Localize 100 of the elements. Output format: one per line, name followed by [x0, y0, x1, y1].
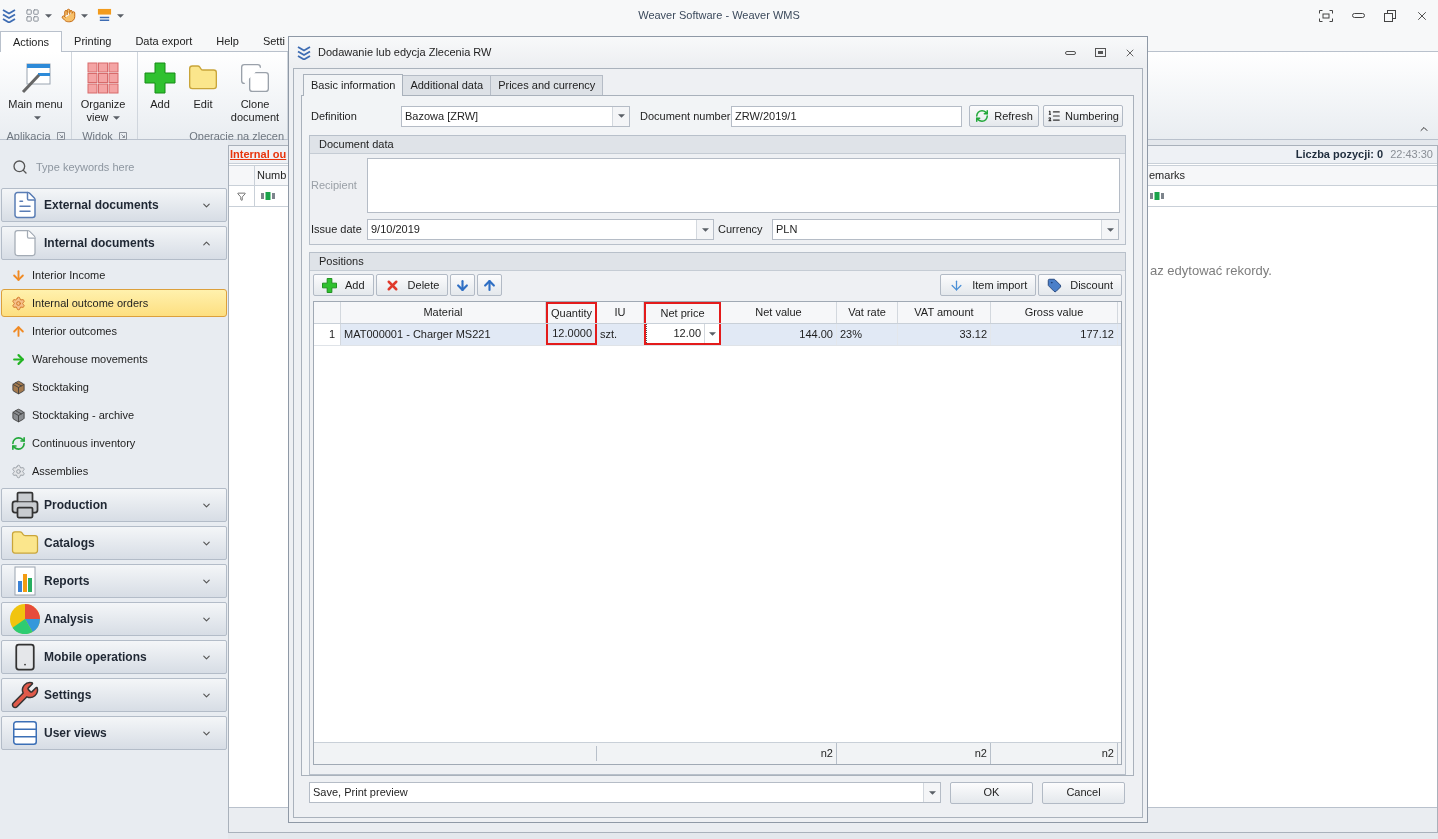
nav-item[interactable]: Stocktaking [1, 373, 227, 401]
search-field[interactable]: Type keywords here [36, 156, 226, 178]
nav-item[interactable]: Interior Income [1, 261, 227, 289]
dialog-tab[interactable]: Basic information [303, 74, 404, 96]
ribbon-button[interactable]: Main menu [3, 62, 68, 128]
toolbar-button[interactable]: Delete [375, 274, 449, 296]
caret-down-icon [708, 331, 716, 336]
grid-row[interactable]: 1 MAT000001 - Charger MS221 12.0000 szt. 12.00 144.00 23% 33.12 177.12 [314, 324, 1121, 346]
dialog-button[interactable]: OK [950, 781, 1033, 804]
quick-access-button[interactable] [61, 8, 88, 23]
column-header[interactable]: IU [597, 302, 644, 323]
ribbon-button[interactable]: Add [141, 62, 179, 128]
dialog-tab[interactable]: Additional data [403, 75, 492, 95]
plus-icon [322, 277, 337, 293]
nav-group-header[interactable]: Mobile operations [1, 640, 227, 674]
caret-down-icon [617, 114, 625, 118]
refresh-icon [11, 435, 26, 451]
arrow-down-icon [11, 267, 26, 283]
group-header: Positions [310, 253, 1125, 271]
column-header[interactable]: VAT amount [898, 302, 991, 323]
action-button[interactable]: Numbering [1043, 105, 1123, 127]
ribbon-group-label: Operacje na zlecen [189, 129, 284, 144]
nav-item[interactable]: Continuous inventory [1, 429, 227, 457]
arrow-down-icon [455, 277, 471, 293]
nav-group-header[interactable]: External documents [1, 188, 227, 222]
dialog-title: Dodawanie lub edycja Zlecenia RW [318, 45, 492, 61]
definition-combo[interactable]: Bazowa [ZRW] [401, 105, 630, 127]
ribbon-group-label: Widok [82, 129, 113, 144]
wrench-icon [10, 680, 40, 710]
ribbon-tab[interactable]: Actions [0, 31, 63, 52]
column-header[interactable]: Vat rate [837, 302, 898, 323]
column-header[interactable]: emarks [1148, 166, 1437, 185]
grid-cell-editor[interactable]: 12.00 [644, 324, 721, 345]
empty-grid-message: az edytować rekordy. [1150, 263, 1272, 278]
field-label: Definition [310, 108, 358, 124]
quick-access-button[interactable] [25, 8, 52, 23]
caret-down-icon [928, 790, 936, 795]
launcher-icon[interactable] [56, 132, 65, 141]
nav-group-header[interactable]: Production [1, 488, 227, 522]
dialog-button[interactable]: Cancel [1042, 781, 1125, 804]
box-icon [11, 407, 26, 423]
ribbon-button[interactable]: Edit [184, 62, 222, 128]
nav-group-header[interactable]: Catalogs [1, 526, 227, 560]
column-header[interactable]: Gross value [991, 302, 1118, 323]
ribbon-tab[interactable]: Data export [123, 31, 205, 51]
action-button[interactable]: Refresh [969, 105, 1039, 127]
dialog-tab[interactable]: Prices and currency [491, 75, 604, 95]
ribbon-tab[interactable]: Setti [250, 31, 297, 51]
restore-icon [1384, 9, 1396, 22]
tag-icon [1047, 277, 1063, 293]
nav-group-header[interactable]: Settings [1, 678, 227, 712]
clock-time: 22:43:30 [1390, 147, 1433, 163]
maximize-icon [1094, 48, 1106, 57]
nav-group-header[interactable]: Analysis [1, 602, 227, 636]
printer-icon [10, 490, 40, 520]
save-action-combo[interactable]: Save, Print preview [309, 782, 941, 803]
grid-cell: 33.12 [898, 324, 991, 345]
grid-cell: 23% [837, 324, 898, 345]
nav-item[interactable]: Warehouse movements [1, 345, 227, 373]
pie-chart-icon [10, 604, 40, 634]
ribbon-tab[interactable]: Printing [62, 31, 124, 51]
nav-item[interactable]: Interior outcomes [1, 317, 227, 345]
nav-item[interactable]: Stocktaking - archive [1, 401, 227, 429]
toolbar-icon-button[interactable] [477, 274, 503, 296]
toolbar-button[interactable]: Item import [940, 274, 1037, 296]
nav-group-header[interactable]: Reports [1, 564, 227, 598]
nav-item[interactable]: Assemblies [1, 457, 227, 485]
list-title-link[interactable]: Internal ou [230, 146, 287, 163]
document-number-field[interactable]: ZRW/2019/1 [731, 105, 962, 127]
toolbar-button[interactable]: Add [313, 274, 374, 296]
ribbon-tab[interactable]: Help [204, 31, 251, 51]
nav-group-header[interactable]: User views [1, 716, 227, 750]
field-label: Issue date [311, 222, 363, 238]
window-title: Weaver Software - Weaver WMS [637, 8, 801, 24]
issue-date-combo[interactable]: 9/10/2019 [367, 219, 714, 240]
filter-icon[interactable] [237, 191, 246, 201]
column-header[interactable]: Numb [255, 166, 287, 185]
group-header: Document data [310, 136, 1125, 154]
minimize-icon [1351, 13, 1365, 18]
grid-cell: MAT000001 - Charger MS221 [341, 324, 546, 345]
hand-icon [61, 8, 76, 23]
column-header[interactable]: Material [341, 302, 546, 323]
plus-icon [144, 62, 176, 94]
column-header[interactable]: Net value [721, 302, 837, 323]
field-label: Currency [718, 222, 764, 238]
ribbon-button[interactable]: Organize view [75, 62, 131, 128]
toolbar-button[interactable]: Discount [1038, 274, 1122, 296]
summary-cell: n2 [991, 743, 1118, 764]
launcher-icon[interactable] [118, 132, 127, 141]
currency-combo[interactable]: PLN [772, 219, 1119, 240]
ribbon-button[interactable]: Clone document [227, 62, 283, 128]
recipient-field[interactable] [367, 158, 1120, 213]
nav-item[interactable]: Internal outcome orders [1, 289, 227, 317]
caret-down-icon [81, 13, 88, 18]
nav-group-header[interactable]: Internal documents [1, 226, 227, 260]
search-icon [12, 159, 28, 175]
caret-down-icon [45, 13, 52, 18]
grid-icon [87, 62, 119, 94]
toolbar-icon-button[interactable] [450, 274, 476, 296]
quick-access-button[interactable] [97, 8, 124, 23]
